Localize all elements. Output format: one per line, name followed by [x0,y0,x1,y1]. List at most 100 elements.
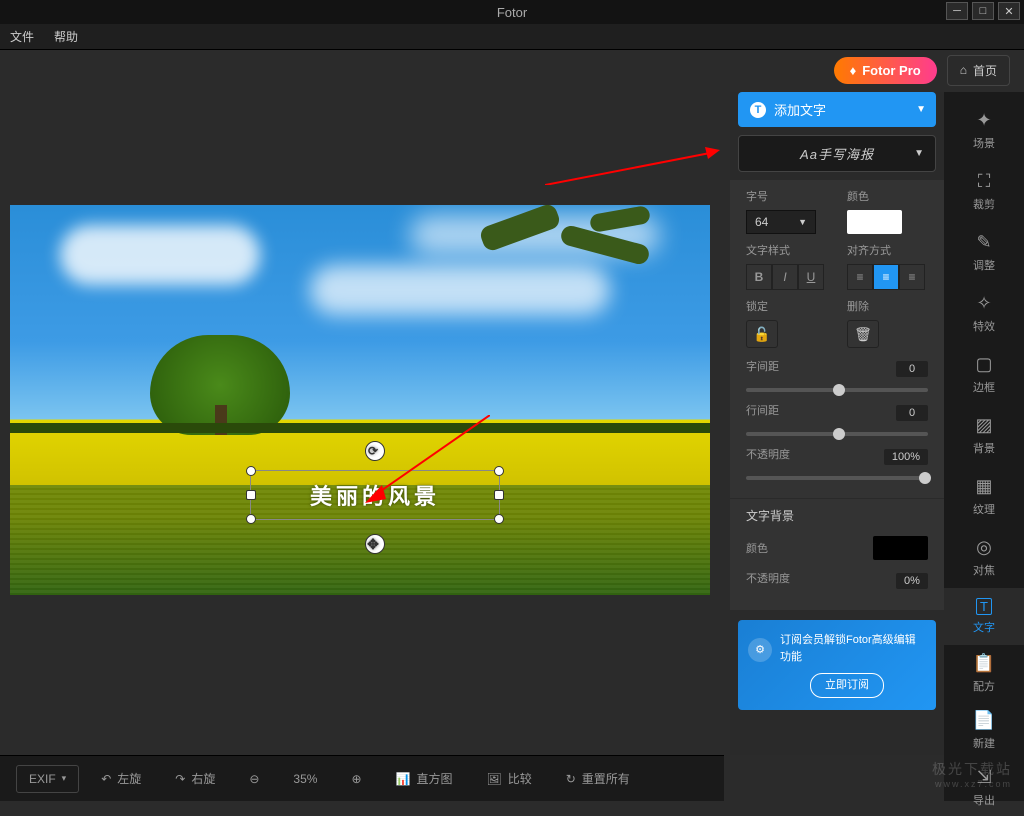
resize-handle-mr[interactable] [494,490,504,500]
sidebar-item-crop[interactable]: ⛶裁剪 [944,161,1024,222]
bold-button[interactable]: B [746,264,772,290]
text-bg-section: 文字背景 颜色 不透明度 0% [730,499,944,610]
opacity-label: 不透明度 [746,446,790,462]
sidebar-item-effect[interactable]: ✧特效 [944,283,1024,344]
slider-thumb[interactable] [833,384,845,396]
clipboard-icon: 📋 [973,653,995,674]
bg-color-swatch[interactable] [873,536,928,560]
zoom-level[interactable]: 35% [281,766,329,792]
subscribe-button[interactable]: 立即订阅 [810,673,884,698]
bg-opacity-label: 不透明度 [746,570,790,586]
line-spacing-slider[interactable] [746,432,928,436]
italic-button[interactable]: I [772,264,798,290]
rotate-left-icon: ↶ [101,772,111,786]
opacity-slider[interactable] [746,476,928,480]
exif-button[interactable]: EXIF▾ [16,765,79,793]
annotation-arrow [545,145,720,185]
line-spacing-label: 行间距 [746,402,779,418]
sliders-icon: ⚙ [748,638,772,662]
resize-handle-ml[interactable] [246,490,256,500]
size-label: 字号 [746,188,827,204]
font-name: Aa手写海报 [800,144,874,163]
rotate-handle[interactable]: ⟳ [365,441,385,461]
decorative-cloud [60,225,260,285]
resize-handle-br[interactable] [494,514,504,524]
size-value: 64 [755,215,768,229]
menubar: 文件 帮助 [0,24,1024,50]
resize-handle-tl[interactable] [246,466,256,476]
bg-opacity-value: 0% [896,573,928,589]
file-icon: 📄 [973,710,995,731]
style-label: 文字样式 [746,242,827,258]
zoom-in-button[interactable]: ⊕ [339,766,373,792]
fotor-pro-button[interactable]: ♦ Fotor Pro [834,57,937,84]
sidebar-item-focus[interactable]: ◎对焦 [944,527,1024,588]
move-handle[interactable]: ✥ [365,534,385,554]
sidebar-item-scene[interactable]: ✦场景 [944,100,1024,161]
texture-icon: ▦ [975,476,992,497]
trash-icon: 🗑 [854,326,872,343]
compare-icon: 🖼 [486,772,501,786]
titlebar: Fotor ─ □ ✕ [0,0,1024,24]
letter-spacing-slider[interactable] [746,388,928,392]
edit-icon: ✎ [976,232,991,253]
delete-label: 删除 [847,298,928,314]
sidebar-item-texture[interactable]: ▦纹理 [944,466,1024,527]
resize-handle-bl[interactable] [246,514,256,524]
home-button[interactable]: ⌂ 首页 [947,55,1010,86]
rotate-left-button[interactable]: ↶左旋 [89,764,153,793]
align-center-button[interactable]: ≡ [873,264,899,290]
sidebar-item-text[interactable]: T文字 [944,588,1024,645]
pro-label: Fotor Pro [862,63,921,78]
slider-thumb[interactable] [833,428,845,440]
resize-handle-tr[interactable] [494,466,504,476]
sidebar-item-adjust[interactable]: ✎调整 [944,222,1024,283]
close-button[interactable]: ✕ [998,2,1020,20]
text-color-swatch[interactable] [847,210,902,234]
bg-color-label: 颜色 [746,540,768,556]
menu-help[interactable]: 帮助 [54,28,78,45]
rotate-right-icon: ↷ [175,772,185,786]
line-spacing-value: 0 [896,405,928,421]
align-right-button[interactable]: ≡ [899,264,925,290]
magic-icon: ✧ [976,293,991,314]
add-text-button[interactable]: T 添加文字 ▼ [738,92,936,127]
chevron-down-icon: ▼ [798,217,807,227]
underline-button[interactable]: U [798,264,824,290]
menu-file[interactable]: 文件 [10,28,34,45]
window-controls: ─ □ ✕ [946,2,1020,20]
delete-button[interactable]: 🗑 [847,320,879,348]
sidebar-item-border[interactable]: ▢边框 [944,344,1024,405]
text-icon: T [976,598,992,615]
zoom-out-button[interactable]: ⊖ [237,766,271,792]
align-left-button[interactable]: ≡ [847,264,873,290]
text-selection-box[interactable]: 美丽的风景 ⟳ ✥ [250,470,500,520]
letter-spacing-value: 0 [896,361,928,377]
promo-text: 订阅会员解锁Fotor高级编辑功能 [780,632,924,665]
unlock-icon: 🔓 [753,326,770,343]
maximize-button[interactable]: □ [972,2,994,20]
image-canvas[interactable]: 美丽的风景 ⟳ ✥ [10,205,710,595]
bottom-toolbar: EXIF▾ ↶左旋 ↷右旋 ⊖ 35% ⊕ 📊直方图 🖼比较 ↻重置所有 [0,755,724,801]
chevron-down-icon: ▾ [62,773,67,784]
canvas-text: 美丽的风景 [310,479,440,511]
sidebar-item-export[interactable]: ⇲导出 [944,759,1024,816]
font-selector[interactable]: Aa手写海报 ▼ [738,135,936,172]
sidebar-item-recipe[interactable]: 📋配方 [944,645,1024,702]
align-label: 对齐方式 [847,242,928,258]
rotate-right-button[interactable]: ↷右旋 [163,764,227,793]
sidebar-item-new[interactable]: 📄新建 [944,702,1024,759]
app-title: Fotor [497,5,527,20]
export-icon: ⇲ [976,767,991,788]
minimize-button[interactable]: ─ [946,2,968,20]
reset-button[interactable]: ↻重置所有 [554,764,642,793]
lock-button[interactable]: 🔓 [746,320,778,348]
sidebar-item-bg[interactable]: ▨背景 [944,405,1024,466]
histogram-button[interactable]: 📊直方图 [384,764,465,793]
font-size-selector[interactable]: 64 ▼ [746,210,816,234]
sparkle-icon: ✦ [976,110,991,131]
slider-thumb[interactable] [919,472,931,484]
compare-button[interactable]: 🖼比较 [474,764,543,793]
color-label: 颜色 [847,188,928,204]
home-label: 首页 [973,62,997,79]
